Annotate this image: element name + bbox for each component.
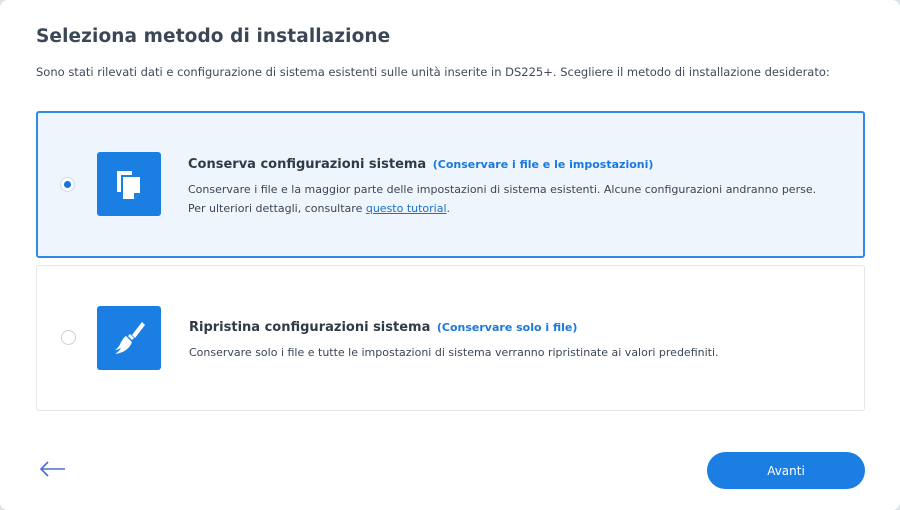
tutorial-link[interactable]: questo tutorial	[366, 202, 447, 215]
option-keep-configuration[interactable]: Conserva configurazioni sistema (Conserv…	[36, 111, 865, 258]
option-keep-description: Conservare i file e la maggior parte del…	[188, 183, 817, 215]
option-keep-text: Conserva configurazioni sistema (Conserv…	[188, 157, 823, 218]
option-keep-hint: (Conservare i file e le impostazioni)	[432, 158, 654, 171]
option-keep-title: Conserva configurazioni sistema (Conserv…	[188, 157, 654, 172]
option-reset-text: Ripristina configurazioni sistema (Conse…	[189, 320, 824, 362]
option-reset-hint: (Conservare solo i file)	[436, 321, 578, 334]
dialog-subtitle: Sono stati rilevati dati e configurazion…	[36, 65, 830, 79]
next-button[interactable]: Avanti	[707, 452, 865, 489]
option-reset-description: Conservare solo i file e tutte le impost…	[189, 346, 719, 359]
arrow-left-icon[interactable]	[38, 459, 68, 479]
option-reset-title: Ripristina configurazioni sistema (Conse…	[189, 320, 578, 335]
broom-icon	[97, 306, 161, 370]
option-reset-configuration[interactable]: Ripristina configurazioni sistema (Conse…	[36, 265, 865, 411]
dialog-title: Seleziona metodo di installazione	[36, 26, 391, 47]
radio-reset-configuration[interactable]	[61, 330, 76, 345]
install-method-dialog: Seleziona metodo di installazione Sono s…	[0, 0, 900, 510]
copy-files-icon	[97, 152, 161, 216]
radio-keep-configuration[interactable]	[60, 177, 75, 192]
